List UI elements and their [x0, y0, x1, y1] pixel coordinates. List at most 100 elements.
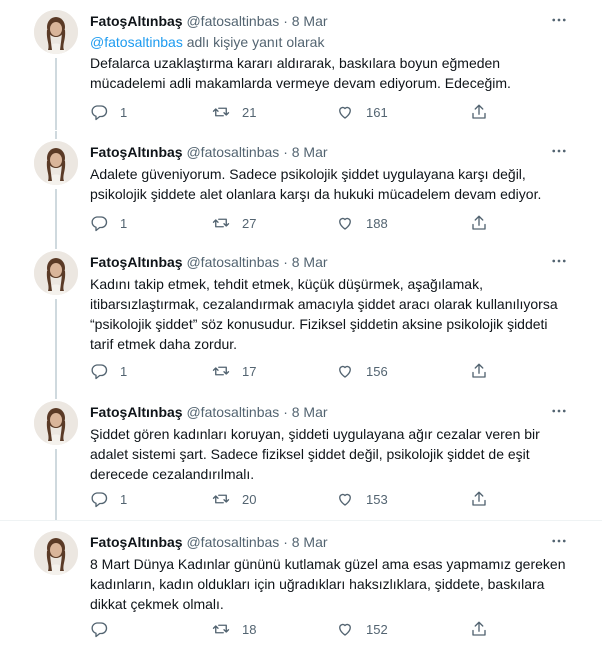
author-handle[interactable]: @fatosaltinbas [186, 144, 279, 160]
author-handle[interactable]: @fatosaltinbas [186, 254, 279, 270]
thread-line [55, 391, 57, 399]
tweet-actions: 1 21 161 [90, 102, 510, 122]
like-button[interactable]: 161 [336, 102, 388, 122]
tweet-actions: 1 27 188 [90, 213, 510, 233]
tweet-text: Şiddet gören kadınları koruyan, şiddeti … [90, 424, 570, 484]
separator-dot: · [283, 144, 288, 160]
retweet-button[interactable]: 17 [212, 361, 256, 381]
separator-dot: · [283, 404, 288, 420]
reply-count: 1 [120, 215, 128, 231]
retweet-button[interactable]: 27 [212, 213, 256, 233]
tweet[interactable]: FatoşAltınbaş @fatosaltinbas · 8 Mar 8 M… [0, 521, 602, 647]
retweet-icon [212, 366, 230, 376]
thread-line [55, 241, 57, 249]
reply-button[interactable]: 1 [90, 361, 127, 381]
more-horizontal-icon[interactable] [548, 9, 570, 31]
like-count: 153 [366, 491, 388, 507]
retweet-button[interactable]: 21 [212, 102, 256, 122]
author-handle[interactable]: @fatosaltinbas [186, 404, 279, 420]
tweet[interactable]: FatoşAltınbaş @fatosaltinbas · 8 Mar @fa… [0, 0, 602, 130]
tweet[interactable]: FatoşAltınbaş @fatosaltinbas · 8 Mar Kad… [0, 241, 602, 391]
reply-button[interactable]: 1 [90, 213, 127, 233]
tweet-date[interactable]: 8 Mar [292, 144, 328, 160]
retweet-icon [212, 624, 230, 634]
author-name[interactable]: FatoşAltınbaş [90, 254, 183, 270]
tweet-text-line: kadınların, kadın oldukları için uğradık… [90, 576, 545, 592]
reply-icon [91, 492, 108, 508]
more-horizontal-icon[interactable] [548, 400, 570, 422]
reply-button[interactable]: 1 [90, 489, 127, 509]
author-name[interactable]: FatoşAltınbaş [90, 13, 183, 29]
share-button[interactable] [470, 213, 488, 233]
heart-icon [339, 217, 351, 230]
tweet-date[interactable]: 8 Mar [292, 404, 328, 420]
tweet-text-line: dikkat çekmek olmalı. [90, 596, 224, 612]
tweet-thread: FatoşAltınbaş @fatosaltinbas · 8 Mar @fa… [0, 0, 602, 647]
author-name[interactable]: FatoşAltınbaş [90, 404, 183, 420]
reply-button[interactable] [90, 619, 120, 639]
author-handle[interactable]: @fatosaltinbas [186, 13, 279, 29]
reply-icon [91, 216, 108, 232]
reply-context-text: adlı kişiye yanıt olarak [186, 34, 325, 50]
like-button[interactable]: 152 [336, 619, 388, 639]
heart-icon [339, 623, 351, 636]
tweet-text-line: 8 Mart Dünya Kadınlar gününü kutlamak gü… [90, 556, 566, 572]
separator-dot: · [283, 254, 288, 270]
more-horizontal-icon[interactable] [548, 530, 570, 552]
reply-mention-link[interactable]: @fatosaltinbas [90, 34, 183, 50]
retweet-button[interactable]: 20 [212, 489, 256, 509]
avatar[interactable] [34, 141, 78, 185]
thread-line [55, 299, 57, 391]
avatar[interactable] [34, 10, 78, 54]
retweet-icon [212, 107, 230, 117]
like-button[interactable]: 153 [336, 489, 388, 509]
share-button[interactable] [470, 361, 488, 381]
reply-icon [91, 364, 108, 380]
avatar[interactable] [34, 251, 78, 295]
tweet[interactable]: FatoşAltınbaş @fatosaltinbas · 8 Mar Şid… [0, 391, 602, 521]
retweet-button[interactable]: 18 [212, 619, 256, 639]
tweet-text-line: mücadelemi adli makamlarda vermeye devam… [90, 75, 511, 91]
reply-count: 1 [120, 104, 128, 120]
separator-dot: · [283, 534, 288, 550]
tweet-text: Kadını takip etmek, tehdit etmek, küçük … [90, 274, 570, 354]
tweet-date[interactable]: 8 Mar [292, 254, 328, 270]
author-name[interactable]: FatoşAltınbaş [90, 144, 183, 160]
tweet-text-line: Kadını takip etmek, tehdit etmek, küçük … [90, 276, 483, 292]
author-handle[interactable]: @fatosaltinbas [186, 534, 279, 550]
reply-icon [91, 105, 108, 121]
reply-count: 1 [120, 491, 128, 507]
share-icon [472, 491, 486, 506]
retweet-count: 18 [242, 621, 257, 637]
more-horizontal-icon[interactable] [548, 250, 570, 272]
share-button[interactable] [470, 102, 488, 122]
tweet-actions: 1 17 156 [90, 361, 510, 381]
heart-icon [339, 106, 351, 119]
tweet-actions: 1 20 153 [90, 489, 510, 509]
share-button[interactable] [470, 619, 488, 639]
tweet-text-line: “psikolojik şiddet” söz konusudur. Fizik… [90, 316, 548, 332]
like-button[interactable]: 188 [336, 213, 388, 233]
share-button[interactable] [470, 489, 488, 509]
tweet-text-line: Defalarca uzaklaştırma kararı aldırarak,… [90, 55, 501, 71]
avatar[interactable] [34, 531, 78, 575]
tweet-text-line: adalet sistemi şart. Sadece fiziksel şid… [90, 446, 530, 462]
share-icon [472, 363, 486, 378]
more-horizontal-icon[interactable] [548, 140, 570, 162]
thread-line [55, 131, 57, 139]
tweet-date[interactable]: 8 Mar [292, 13, 328, 29]
thread-line [55, 58, 57, 130]
author-name[interactable]: FatoşAltınbaş [90, 534, 183, 550]
tweet-header: FatoşAltınbaş @fatosaltinbas · 8 Mar [90, 533, 328, 551]
avatar[interactable] [34, 401, 78, 445]
tweet-date[interactable]: 8 Mar [292, 534, 328, 550]
like-count: 156 [366, 363, 388, 379]
tweet-text-line: itibarsızlaştırmak, cezalandırmak amacıy… [90, 296, 558, 312]
heart-icon [339, 365, 351, 378]
share-icon [472, 104, 486, 119]
like-button[interactable]: 156 [336, 361, 388, 381]
tweet-text: Adalete güveniyorum. Sadece psikolojik ş… [90, 164, 570, 204]
tweet[interactable]: FatoşAltınbaş @fatosaltinbas · 8 Mar Ada… [0, 131, 602, 241]
reply-button[interactable]: 1 [90, 102, 127, 122]
like-count: 161 [366, 104, 388, 120]
